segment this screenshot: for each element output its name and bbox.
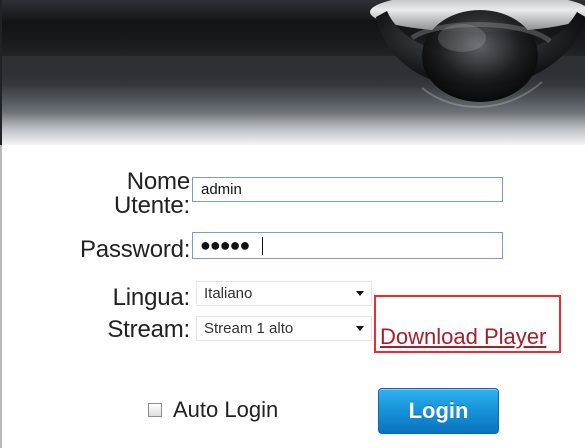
auto-login-checkbox[interactable] xyxy=(148,403,162,417)
login-button[interactable]: Login xyxy=(378,388,499,434)
text-cursor xyxy=(262,237,263,255)
chevron-down-icon xyxy=(356,326,364,331)
language-label: Lingua: xyxy=(112,284,191,311)
password-label: Password: xyxy=(80,236,191,263)
username-label-line1: Nome xyxy=(126,168,190,195)
login-form: Nome Utente: Password: ●●●●● Lingua: Ita… xyxy=(0,145,585,448)
security-camera-image xyxy=(352,0,585,145)
password-dots: ●●●●● xyxy=(200,235,250,255)
username-label-line2: Utente: xyxy=(114,192,190,219)
language-selected-value: Italiano xyxy=(204,285,253,302)
language-select[interactable]: Italiano xyxy=(196,281,372,306)
password-field[interactable]: ●●●●● xyxy=(192,232,503,259)
stream-label: Stream: xyxy=(107,316,190,343)
login-page: Nome Utente: Password: ●●●●● Lingua: Ita… xyxy=(0,0,585,448)
download-player-link[interactable]: Download Player xyxy=(380,325,546,349)
username-field[interactable] xyxy=(192,177,503,202)
header-banner xyxy=(0,0,585,145)
stream-selected-value: Stream 1 alto xyxy=(204,320,294,337)
stream-select[interactable]: Stream 1 alto xyxy=(196,316,372,341)
username-label: Nome Utente: xyxy=(105,170,190,218)
auto-login-label: Auto Login xyxy=(173,397,279,422)
chevron-down-icon xyxy=(356,291,364,296)
auto-login-option[interactable]: Auto Login xyxy=(148,396,278,424)
